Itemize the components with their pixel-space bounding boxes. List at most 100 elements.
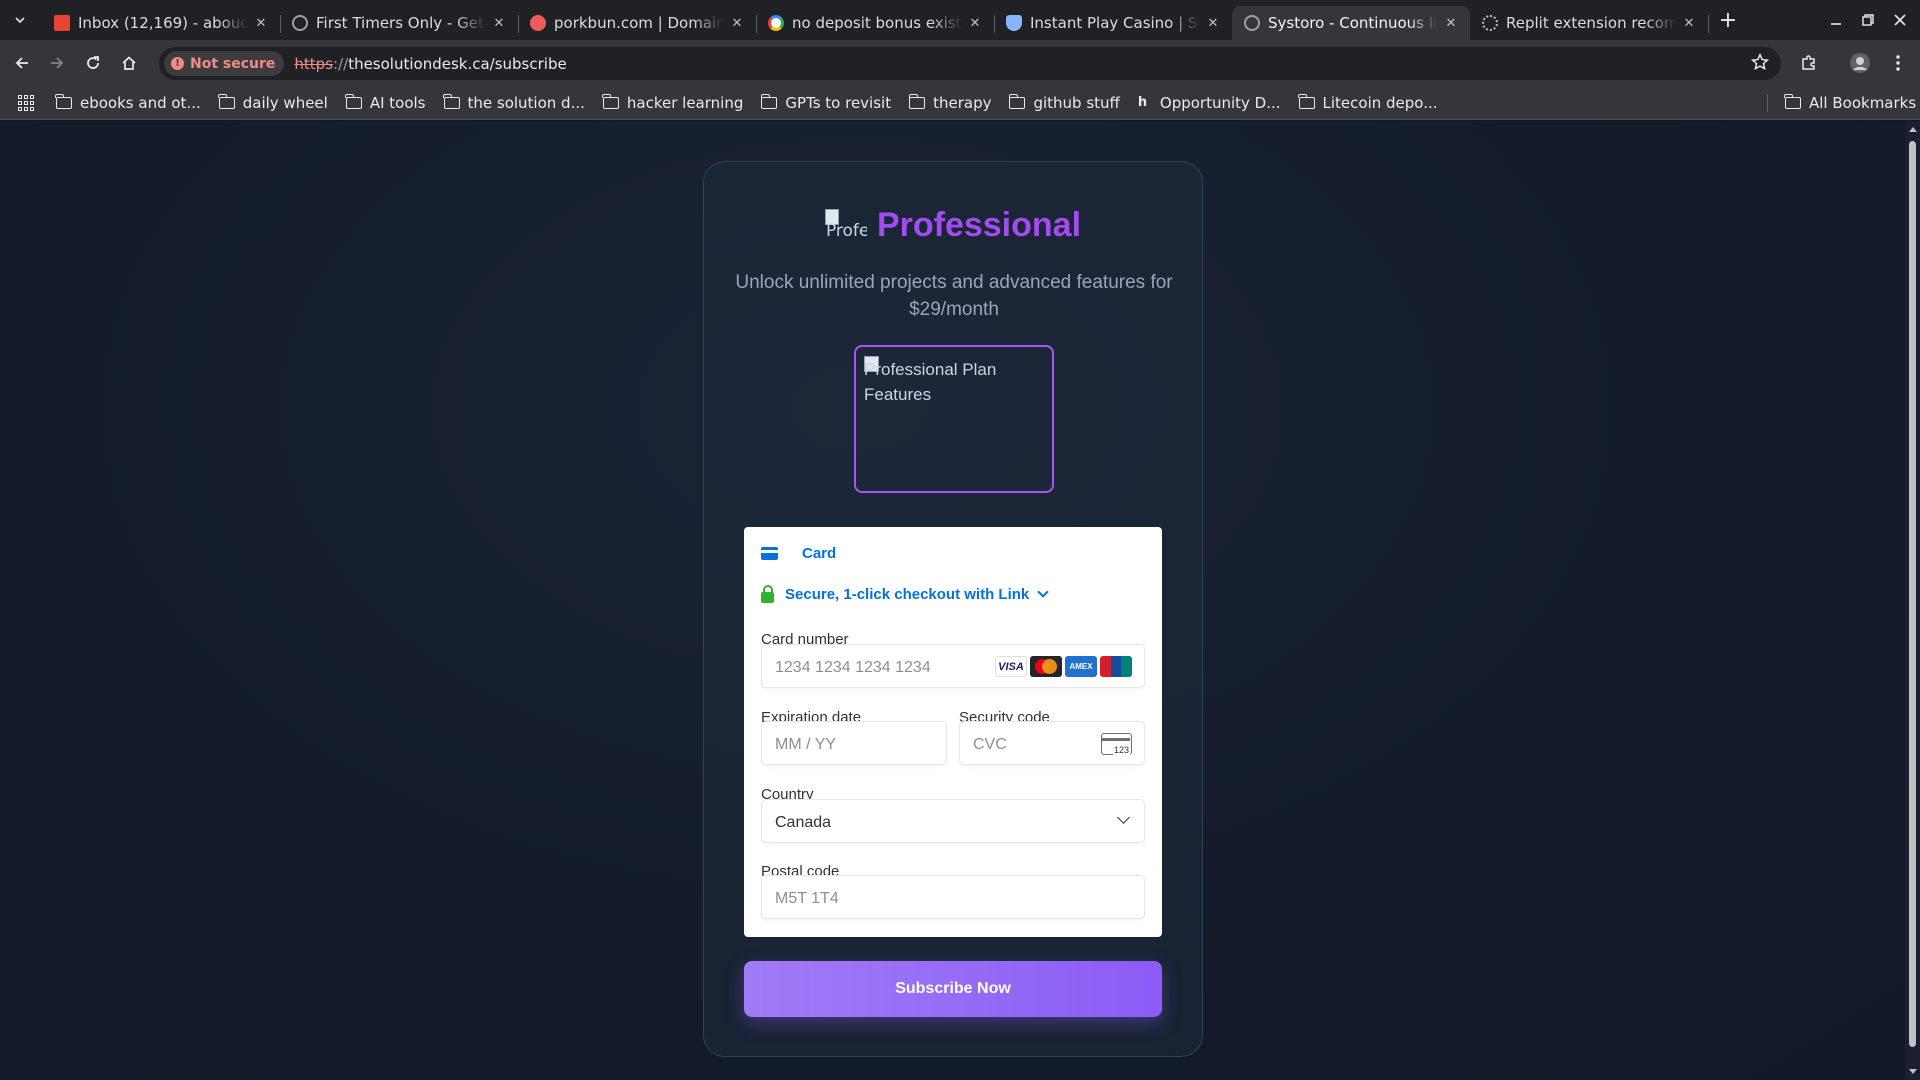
expiry-input[interactable]: MM / YY [761, 721, 947, 765]
minimize-icon[interactable] [1824, 8, 1848, 32]
tab-systoro[interactable]: Systoro - Continuous Improvement ✕ [1232, 6, 1470, 40]
tab-title: First Timers Only - Get involved [316, 14, 486, 32]
gmail-favicon-icon [54, 15, 70, 31]
folder-icon [442, 93, 460, 109]
close-tab-icon[interactable]: ✕ [1204, 16, 1222, 31]
plan-logo-broken-image: Profe [824, 207, 867, 245]
all-bookmarks-folder[interactable]: All Bookmarks [1784, 93, 1916, 112]
bookmark-folder[interactable]: daily wheel [218, 93, 328, 112]
cvc-card-icon: 123 [1101, 733, 1132, 755]
tab-title: porkbun.com | Domain Management [554, 14, 724, 32]
bookmark-folder[interactable]: the solution d... [442, 93, 585, 112]
tab-search-chevron-icon[interactable] [8, 8, 32, 32]
payment-element: Card Secure, 1-click checkout with Link … [744, 527, 1162, 937]
tab-title: no deposit bonus existing [792, 14, 962, 32]
tab-title: Instant Play Casino | Silver [1030, 14, 1200, 32]
opportunity-favicon-icon: h [1137, 95, 1148, 110]
tab-inbox[interactable]: Inbox (12,169) - aboudreau ✕ [42, 6, 281, 40]
page-scrollbar[interactable] [1905, 121, 1920, 1080]
forward-arrow-icon[interactable] [45, 51, 69, 75]
amex-icon: AMEX [1065, 656, 1097, 677]
folder-icon [1784, 93, 1801, 109]
postal-code-input[interactable]: M5T 1T4 [761, 875, 1145, 919]
close-tab-icon[interactable]: ✕ [1442, 16, 1460, 31]
mastercard-icon [1030, 656, 1062, 677]
bookmarks-bar: ebooks and ot... daily wheel AI tools th… [0, 86, 1920, 120]
google-favicon-icon [768, 15, 784, 31]
profile-avatar-icon[interactable] [1848, 51, 1872, 75]
tab-first-timers[interactable]: First Timers Only - Get involved ✕ [280, 6, 519, 40]
folder-icon [218, 93, 235, 109]
scroll-up-arrow-icon[interactable] [1909, 127, 1917, 132]
browser-toolbar: ! Not secure https://thesolutiondesk.ca/… [0, 40, 1920, 86]
payment-method-card-tab[interactable]: Card [761, 545, 836, 562]
scrollbar-thumb[interactable] [1909, 141, 1916, 1047]
chevron-down-icon [1117, 811, 1130, 824]
globe-favicon-icon [1244, 15, 1260, 31]
tab-strip: Inbox (12,169) - aboudreau ✕ First Timer… [0, 0, 1920, 40]
bookmark-folder[interactable]: GPTs to revisit [760, 93, 891, 112]
bookmark-star-icon[interactable] [1750, 52, 1770, 76]
close-tab-icon[interactable]: ✕ [252, 16, 270, 31]
folder-icon [760, 93, 778, 109]
not-secure-chip[interactable]: ! Not secure [164, 51, 285, 76]
visa-icon: VISA [995, 656, 1027, 677]
close-window-icon[interactable] [1888, 8, 1912, 32]
address-bar[interactable]: ! Not secure https://thesolutiondesk.ca/… [159, 47, 1781, 80]
unionpay-icon [1100, 656, 1132, 677]
warning-icon: ! [171, 57, 184, 70]
country-select[interactable]: Canada [761, 799, 1145, 843]
bookmark-folder[interactable]: therapy [908, 93, 991, 112]
plan-card: Profe Professional Unlock unlimited proj… [703, 161, 1203, 1057]
card-number-input[interactable]: 1234 1234 1234 1234 VISA AMEX [761, 644, 1145, 688]
home-icon[interactable] [117, 51, 141, 75]
bookmark-folder[interactable]: github stuff [1008, 93, 1120, 112]
bookmark-folder[interactable]: Litecoin depo... [1297, 93, 1438, 112]
plan-header: Profe Professional [704, 206, 1202, 245]
subscribe-button[interactable]: Subscribe Now [744, 961, 1162, 1017]
bookmark-folder[interactable]: ebooks and ot... [55, 93, 201, 112]
extensions-puzzle-icon[interactable] [1797, 51, 1821, 75]
plan-description: Unlock unlimited projects and advanced f… [735, 272, 1173, 320]
kebab-menu-icon[interactable] [1886, 51, 1910, 75]
folder-icon [908, 93, 926, 109]
reload-icon[interactable] [81, 51, 105, 75]
folder-icon [1297, 93, 1315, 109]
link-checkout-toggle[interactable]: Secure, 1-click checkout with Link [761, 584, 1049, 603]
folder-icon [345, 93, 362, 109]
tab-porkbun[interactable]: porkbun.com | Domain Management ✕ [518, 6, 757, 40]
restore-icon[interactable] [1856, 8, 1880, 32]
chevron-down-icon [1037, 586, 1049, 598]
security-label: Not secure [190, 55, 276, 72]
close-tab-icon[interactable]: ✕ [490, 16, 508, 31]
back-arrow-icon[interactable] [10, 51, 34, 75]
bookmark-folder[interactable]: hacker learning [602, 93, 743, 112]
tab-casino[interactable]: Instant Play Casino | Silver ✕ [994, 6, 1233, 40]
url-text[interactable]: https://thesolutiondesk.ca/subscribe [294, 55, 566, 73]
tab-no-deposit[interactable]: no deposit bonus existing ✕ [756, 6, 995, 40]
globe-favicon-icon [292, 15, 308, 31]
folder-icon [602, 93, 619, 109]
cvc-input[interactable]: CVC 123 [959, 721, 1145, 765]
folder-icon [1008, 93, 1026, 109]
features-image-alt: Professional Plan Features [864, 360, 997, 404]
close-tab-icon[interactable]: ✕ [966, 16, 984, 31]
folder-icon [55, 93, 72, 109]
tab-title: Inbox (12,169) - aboudreau [78, 14, 248, 32]
close-tab-icon[interactable]: ✕ [1680, 16, 1698, 31]
bookmark-link[interactable]: h Opportunity D... [1138, 94, 1281, 112]
lock-icon [761, 584, 774, 603]
bookmark-folder[interactable]: AI tools [345, 93, 426, 112]
tab-title: Systoro - Continuous Improvement [1268, 14, 1438, 32]
url-host-path: thesolutiondesk.ca/subscribe [348, 54, 567, 73]
tab-title: Replit extension recommendations [1506, 14, 1676, 32]
tab-replit[interactable]: Replit extension recommendations ✕ [1470, 6, 1709, 40]
apps-grid-icon[interactable] [18, 94, 34, 111]
url-scheme: https [294, 54, 334, 73]
replit-favicon-icon [1482, 15, 1498, 31]
card-brands: VISA AMEX [992, 656, 1132, 677]
scroll-down-arrow-icon[interactable] [1909, 1069, 1917, 1074]
close-tab-icon[interactable]: ✕ [728, 16, 746, 31]
bookmarks-divider [1767, 94, 1768, 112]
new-tab-plus-icon[interactable]: + [1714, 6, 1742, 34]
